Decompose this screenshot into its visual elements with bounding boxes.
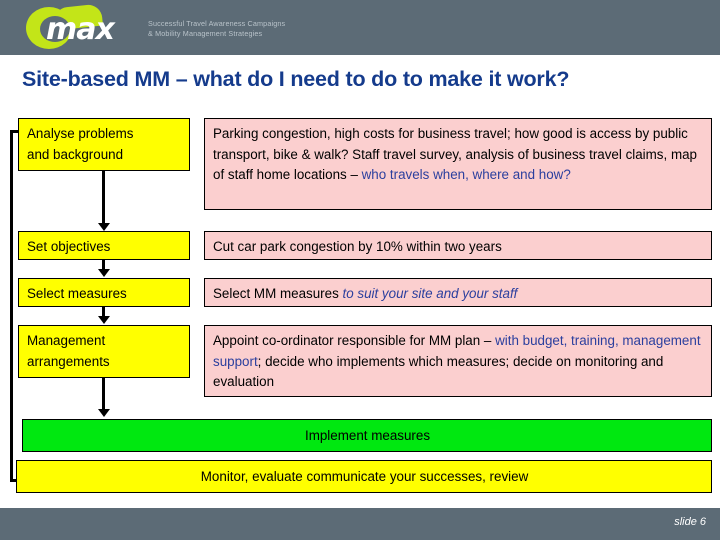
step-box-analyse-problems[interactable]: Analyse problems and background <box>18 118 190 171</box>
detail-box-management-arrangements[interactable]: Appoint co-ordinator responsible for MM … <box>204 325 712 397</box>
detail-box-analyse-problems[interactable]: Parking congestion, high costs for busin… <box>204 118 712 210</box>
step-box-set-objectives[interactable]: Set objectives <box>18 231 190 260</box>
step-label-line2: and background <box>27 146 124 162</box>
connector-arrow-icon-2 <box>97 269 110 277</box>
slide-canvas: max Successful Travel Awareness Campaign… <box>0 0 720 540</box>
detail-text-plain: Select MM measures <box>213 286 343 301</box>
detail-box-select-measures[interactable]: Select MM measures to suit your site and… <box>204 278 712 307</box>
detail-box-set-objectives[interactable]: Cut car park congestion by 10% within tw… <box>204 231 712 260</box>
max-logo: max <box>24 3 144 52</box>
step-box-management-arrangements[interactable]: Management arrangements <box>18 325 190 378</box>
step-box-select-measures[interactable]: Select measures <box>18 278 190 307</box>
logo-tagline-line2: & Mobility Management Strategies <box>148 28 263 38</box>
logo-wordmark: max <box>46 12 115 47</box>
detail-text-plain: Appoint co-ordinator responsible for MM … <box>213 333 496 348</box>
connector-line-1 <box>102 171 105 225</box>
implement-measures-label: Implement measures <box>304 428 431 443</box>
step-label-line1: Select measures <box>27 286 127 301</box>
implement-measures-bar[interactable]: Implement measures <box>22 419 712 452</box>
step-label-line2: arrangements <box>27 353 110 369</box>
connector-arrow-icon-4 <box>97 409 110 417</box>
monitor-evaluate-bar[interactable]: Monitor, evaluate communicate your succe… <box>16 460 712 493</box>
connector-arrow-icon-1 <box>97 223 110 231</box>
detail-text-plain: Cut car park congestion by 10% within tw… <box>213 239 502 254</box>
detail-text-highlight: who travels when, where and how? <box>361 167 571 182</box>
header-band: max Successful Travel Awareness Campaign… <box>0 0 720 55</box>
monitor-evaluate-label: Monitor, evaluate communicate your succe… <box>200 469 529 484</box>
detail-text-plain-2: ; decide who implements which measures; … <box>213 353 664 390</box>
connector-arrow-icon-3 <box>97 316 110 324</box>
slide-number: slide 6 <box>674 516 706 528</box>
step-label-line1: Management <box>27 333 106 348</box>
step-label-line1: Analyse problems <box>27 126 134 141</box>
step-label-line1: Set objectives <box>27 239 111 254</box>
footer-band <box>0 508 720 540</box>
connector-line-4 <box>102 378 105 410</box>
logo-tagline: Successful Travel Awareness Campaigns & … <box>148 19 398 38</box>
page-title: Site-based MM – what do I need to do to … <box>22 67 570 91</box>
logo-tagline-line1: Successful Travel Awareness Campaigns <box>148 19 286 28</box>
feedback-loop-line <box>10 130 13 482</box>
detail-text-highlight: to suit your site and your staff <box>342 286 518 301</box>
